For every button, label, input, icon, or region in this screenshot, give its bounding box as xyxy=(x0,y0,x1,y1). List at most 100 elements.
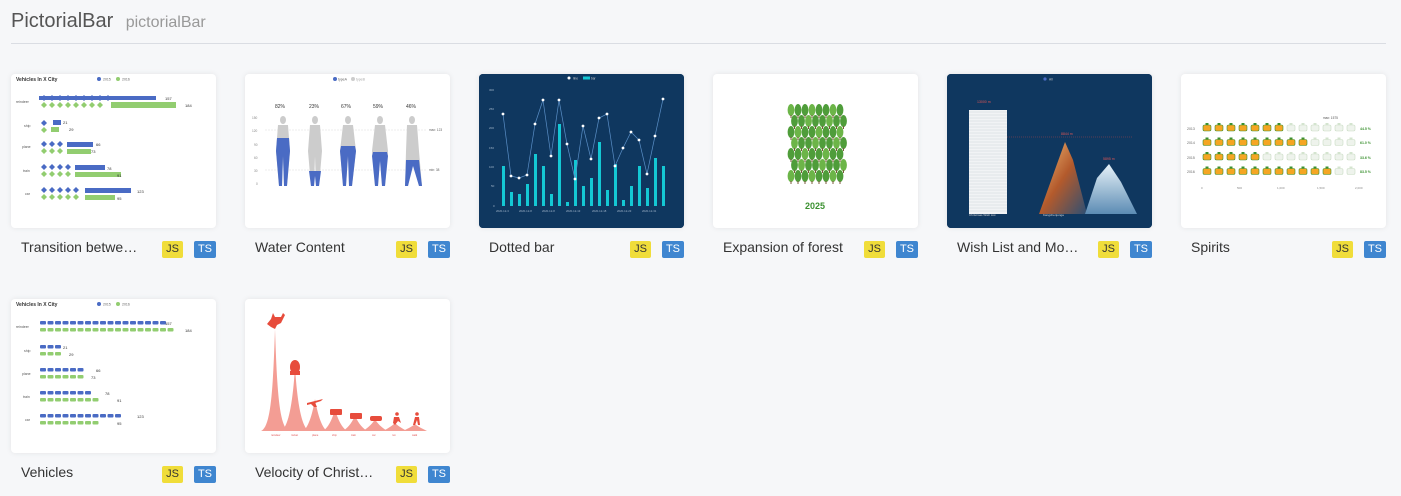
js-tag[interactable]: JS xyxy=(864,241,885,258)
svg-text:reindeer: reindeer xyxy=(271,433,281,437)
bottle-icon xyxy=(1214,166,1224,175)
value-label: 66 xyxy=(96,142,101,147)
js-tag[interactable]: JS xyxy=(1332,241,1353,258)
diamond-symbol xyxy=(41,120,47,126)
js-tag[interactable]: JS xyxy=(1098,241,1119,258)
category-label: plane xyxy=(22,145,31,149)
vehicle-icon xyxy=(145,321,151,325)
example-card[interactable]: max: 1575 2013 2014 2015 2016 44.5 % 61.… xyxy=(1181,74,1386,268)
example-name[interactable]: Spirits xyxy=(1191,239,1319,255)
legend-label: 2015 xyxy=(103,78,111,82)
example-card[interactable]: Vehicles In X City 2015 2016 reindeer sh… xyxy=(11,74,216,268)
value-label: 78 xyxy=(105,391,110,396)
legend-swatch xyxy=(567,76,571,80)
bottle-icon xyxy=(1262,137,1272,146)
bottle-icon xyxy=(1238,152,1248,161)
example-card[interactable]: line bar 300 250 200 150 100 50 0 2020-1… xyxy=(479,74,684,268)
vehicle-icon xyxy=(70,368,76,372)
run-icon xyxy=(393,412,401,425)
ts-tag[interactable]: TS xyxy=(427,466,450,483)
bottle-icon xyxy=(1202,152,1212,161)
vehicle-icon xyxy=(70,391,76,395)
value-label: 66 xyxy=(96,368,101,373)
example-card[interactable]: Vehicles In X City 2015 2016 reindeer sh… xyxy=(11,299,216,493)
vehicle-icon xyxy=(92,414,99,418)
svg-text:2020-12-18: 2020-12-18 xyxy=(592,209,607,213)
value-label: 73 xyxy=(91,149,96,154)
example-name[interactable]: Wish List and Mo… xyxy=(957,239,1085,255)
svg-text:2014: 2014 xyxy=(1187,141,1195,145)
example-card[interactable]: typeA typeB 82% 23% 67% 59% 46% 150 120 … xyxy=(245,74,450,268)
example-card[interactable]: 2025 Expansion of forest JS TS xyxy=(713,74,918,268)
vehicle-icon xyxy=(47,368,54,372)
example-card[interactable]: All 13000 m 8844 m 5895 m Christmas Wish… xyxy=(947,74,1152,268)
example-name[interactable]: Velocity of Christ… xyxy=(255,464,383,480)
example-name[interactable]: Water Content xyxy=(255,239,383,255)
vehicle-icon xyxy=(92,328,99,332)
x-label: Kangchenjunga xyxy=(1043,213,1064,217)
bottle-icon xyxy=(1250,137,1260,146)
chart-thumbnail[interactable]: All 13000 m 8844 m 5895 m Christmas Wish… xyxy=(947,74,1152,228)
svg-text:33.6 %: 33.6 % xyxy=(1360,156,1372,160)
example-name[interactable]: Dotted bar xyxy=(489,239,617,255)
legend-swatch xyxy=(1043,77,1047,81)
ts-tag[interactable]: TS xyxy=(427,241,450,258)
chart-thumbnail[interactable]: 2025 xyxy=(713,74,918,228)
bottle-icon xyxy=(1250,166,1260,175)
ts-tag[interactable]: TS xyxy=(193,466,216,483)
vehicle-icon xyxy=(40,421,46,425)
value-label: 157 xyxy=(165,96,172,101)
thumb-title: Vehicles In X City xyxy=(16,77,58,83)
vehicle-icon xyxy=(115,328,121,332)
example-card[interactable]: reindeer rocket plane ship train car run… xyxy=(245,299,450,493)
vehicle-icon xyxy=(100,328,106,332)
js-tag[interactable]: JS xyxy=(396,466,417,483)
vehicle-icon xyxy=(92,421,99,425)
chart-thumbnail[interactable]: max: 1575 2013 2014 2015 2016 44.5 % 61.… xyxy=(1181,74,1386,228)
js-tag[interactable]: JS xyxy=(396,241,417,258)
vehicle-icon xyxy=(77,328,84,332)
bar-2016 xyxy=(85,195,115,200)
vehicle-icon xyxy=(47,414,54,418)
vehicle-icon xyxy=(77,398,84,402)
ts-tag[interactable]: TS xyxy=(1129,241,1152,258)
ts-tag[interactable]: TS xyxy=(661,241,684,258)
js-tag[interactable]: JS xyxy=(162,466,183,483)
chart-thumbnail[interactable]: Vehicles In X City 2015 2016 reindeer sh… xyxy=(11,74,216,228)
percent-label: 23% xyxy=(309,104,320,110)
ts-tag[interactable]: TS xyxy=(193,241,216,258)
js-tag[interactable]: JS xyxy=(630,241,651,258)
legend-label: 2015 xyxy=(103,303,111,307)
vehicle-icon xyxy=(70,421,76,425)
tree-icon xyxy=(787,170,795,184)
example-name[interactable]: Expansion of forest xyxy=(723,239,851,255)
bar-2015 xyxy=(75,165,105,170)
example-name[interactable]: Transition betwe… xyxy=(21,239,149,255)
js-tag[interactable]: JS xyxy=(162,241,183,258)
vehicle-icon xyxy=(40,345,46,349)
diamond-symbol xyxy=(41,127,47,133)
chart-thumbnail[interactable]: line bar 300 250 200 150 100 50 0 2020-1… xyxy=(479,74,684,228)
value-label: 29 xyxy=(69,352,74,357)
vehicle-icon xyxy=(55,368,61,372)
vehicle-icon xyxy=(77,368,84,372)
bottle-icon xyxy=(1310,137,1320,146)
chart-thumbnail[interactable]: typeA typeB 82% 23% 67% 59% 46% 150 120 … xyxy=(245,74,450,228)
card-caption: Expansion of forest JS TS xyxy=(713,228,918,268)
bottle-icon xyxy=(1214,152,1224,161)
ts-tag[interactable]: TS xyxy=(895,241,918,258)
vehicle-icon xyxy=(47,421,54,425)
chart-thumbnail[interactable]: Vehicles In X City 2015 2016 reindeer sh… xyxy=(11,299,216,453)
chart-thumbnail[interactable]: reindeer rocket plane ship train car run… xyxy=(245,299,450,453)
bar-2016 xyxy=(111,102,176,108)
example-name[interactable]: Vehicles xyxy=(21,464,149,480)
vehicle-icon xyxy=(107,328,114,332)
ts-tag[interactable]: TS xyxy=(1363,241,1386,258)
bottle-icon xyxy=(1286,137,1296,146)
svg-text:90: 90 xyxy=(254,143,258,147)
legend-swatch xyxy=(333,77,337,81)
car-icon xyxy=(370,416,382,421)
category-label: plane xyxy=(22,372,31,376)
svg-text:0: 0 xyxy=(256,182,258,186)
bottle-icon xyxy=(1346,152,1356,161)
